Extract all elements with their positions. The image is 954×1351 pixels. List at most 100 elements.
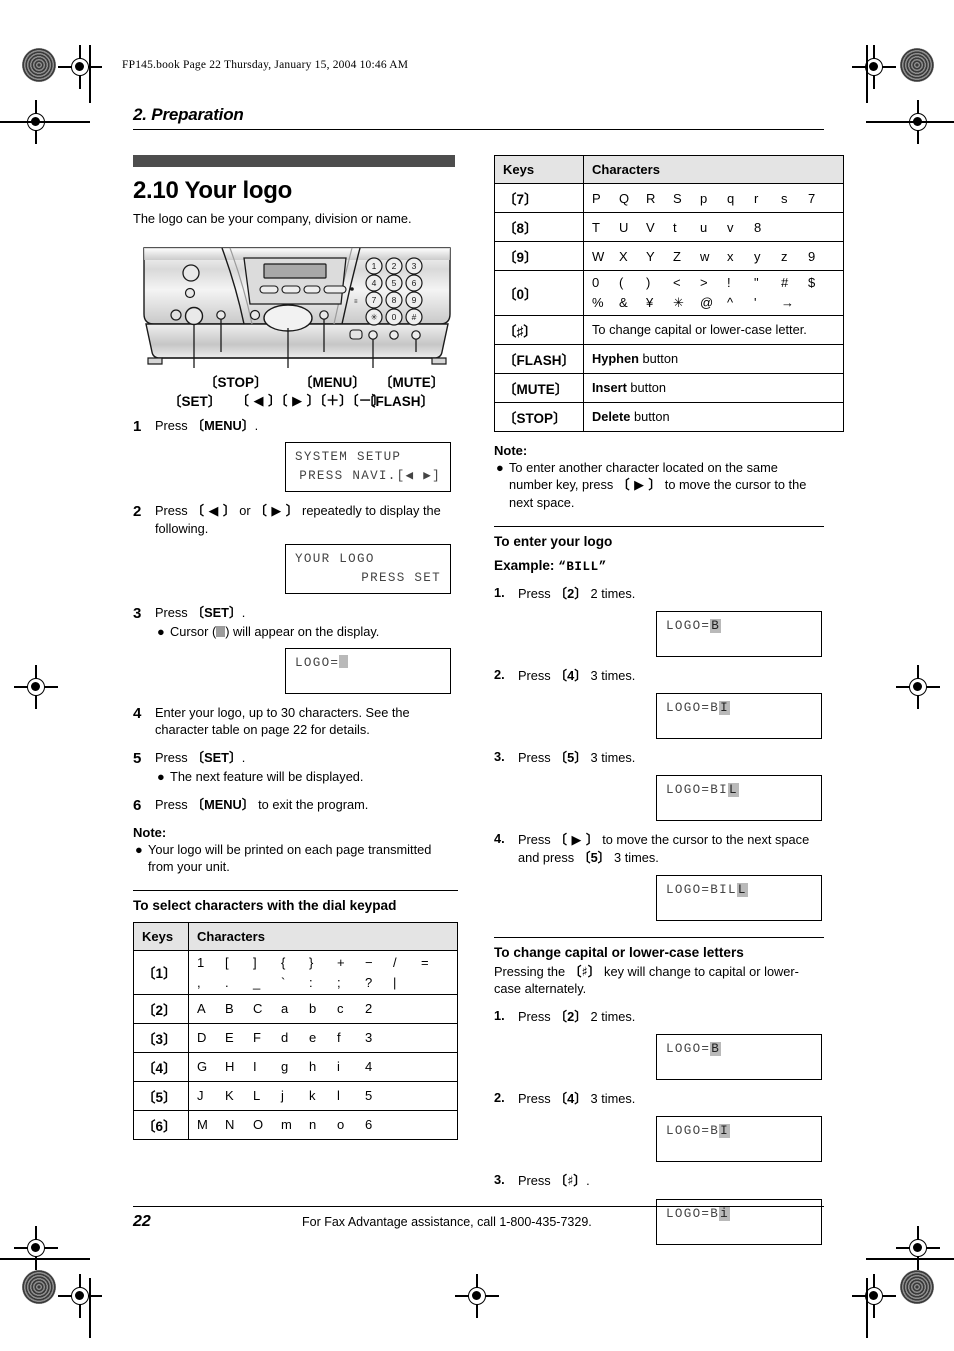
lcd-case2-text: LOGO=B	[666, 1123, 720, 1138]
change-case-step-2: 2. Press 〔4〕 3 times.	[494, 1090, 824, 1108]
e3-key: 〔5〕	[554, 750, 587, 766]
step-3-text: Press 〔SET〕.	[155, 605, 458, 622]
step-4-number: 4	[133, 705, 142, 722]
step-3-text-after: .	[241, 605, 246, 621]
svg-text:9: 9	[412, 295, 417, 305]
registration-mark-top-left	[58, 45, 102, 89]
chars-8: TUVtuv8	[583, 212, 844, 242]
table-row: 〔FLASH〕 Hyphen button	[494, 344, 844, 374]
example-value: “BILL”	[558, 559, 607, 574]
change-case-step-1-number: 1.	[494, 1007, 505, 1023]
step-3-bullet: ● Cursor () will appear on the display.	[155, 624, 458, 641]
step-5-text-before: Press	[155, 749, 192, 765]
lcd-enter2-cursor: I	[719, 701, 731, 716]
label-set: 〔SET〕	[168, 393, 222, 409]
step-1-text: Press 〔MENU〕.	[155, 418, 458, 435]
step-2-key-left: 〔 ◀ 〕	[191, 503, 236, 519]
step-3-bullet-after: ) will appear on the display.	[225, 624, 380, 640]
enter-logo-step-1: 1. Press 〔2〕 2 times.	[494, 585, 824, 603]
note-left-bullet: ● Your logo will be printed on each page…	[133, 842, 458, 876]
step-3-body: Press 〔SET〕. ● Cursor () will appear on …	[155, 605, 458, 641]
change-case-intro: Pressing the 〔♯〕 key will change to capi…	[494, 964, 824, 998]
cc-intro-before: Pressing the	[494, 963, 569, 979]
halftone-dot-bottom-right	[900, 1270, 934, 1304]
chapter-rule	[133, 129, 824, 130]
enter-logo-step-4-number: 4.	[494, 830, 505, 846]
registration-mark-mid-left	[14, 665, 58, 709]
c3-after: .	[586, 1172, 590, 1188]
lcd-enter3-line: LOGO=BIL	[666, 781, 812, 800]
key-0: 〔0〕	[494, 270, 584, 316]
trim-line-right-vertical	[866, 45, 868, 103]
step-2-text-mid: or	[235, 502, 255, 518]
lcd-enter3-text: LOGO=BI	[666, 782, 729, 797]
lcd-enter4-text: LOGO=BIL	[666, 882, 737, 897]
lcd-display-enter2: LOGO=BI	[656, 693, 822, 740]
table-row: 〔4〕 GHIghi4	[133, 1051, 458, 1082]
svg-text:8: 8	[392, 295, 397, 305]
lcd-step1-line1: SYSTEM SETUP	[295, 449, 402, 464]
lcd-display-step2: YOUR LOGO PRESS SET	[285, 544, 451, 595]
table-header-row: Keys Characters	[494, 155, 844, 184]
desc-flash-bold: Hyphen	[592, 350, 639, 366]
key-2: 〔2〕	[133, 993, 189, 1024]
table-row: 〔2〕 ABCabc2	[133, 993, 458, 1024]
fax-machine-illustration: 123 456 789 ✳ 0 # ≡ 〔STOP〕 〔MENU〕 〔MUTE〕…	[136, 240, 458, 409]
step-1-text-before: Press	[155, 417, 192, 433]
e3-before: Press	[518, 750, 555, 766]
step-1-number: 1	[133, 417, 142, 435]
table-row: 〔♯〕 To change capital or lower-case lett…	[494, 315, 844, 345]
chars-4-line: GHIghi4	[197, 1059, 373, 1075]
key-5: 〔5〕	[133, 1080, 189, 1111]
chars-0-line2: % & ¥ ✳ @ ^ ' →	[592, 295, 794, 310]
chars-9-line: WXYZwxyz9	[592, 248, 816, 264]
chars-5: JKLjkl5	[188, 1080, 458, 1111]
keypad-table-left-heading: To select characters with the dial keypa…	[133, 897, 397, 913]
c2-key: 〔4〕	[554, 1090, 587, 1106]
e4-key2: 〔5〕	[577, 849, 611, 865]
key-8: 〔8〕	[494, 212, 584, 242]
table-row: 〔3〕 DEFdef3	[133, 1022, 458, 1053]
character-table-right: Keys Characters 〔7〕 PQRSpqrs7 〔8〕 TUVtuv…	[494, 155, 844, 432]
step-5-body: Press 〔SET〕. ● The next feature will be …	[155, 750, 458, 786]
change-case-step-1: 1. Press 〔2〕 2 times.	[494, 1007, 824, 1026]
lcd-enter1-cursor: B	[710, 619, 722, 634]
lcd-display-step3: LOGO=	[285, 648, 451, 694]
lcd-case1-text: LOGO=	[666, 1041, 711, 1056]
enter-logo-step-3-number: 3.	[494, 749, 505, 765]
lcd-step1-line2: PRESS NAVI.[◀ ▶]	[299, 468, 441, 483]
table-row: 〔7〕 PQRSpqrs7	[494, 183, 844, 213]
e4-before: Press	[518, 831, 555, 847]
header-characters: Characters	[188, 921, 458, 951]
note-right-bullet-text: To enter another character located on th…	[509, 460, 824, 512]
lcd-step3-line1: LOGO=	[295, 654, 441, 673]
key-hash: 〔♯〕	[494, 315, 584, 345]
chars-8-line: TUVtuv8	[592, 219, 762, 235]
c2-before: Press	[518, 1090, 555, 1106]
registration-mark-mid-right	[896, 665, 940, 709]
note-left-heading: Note:	[133, 824, 167, 840]
label-flash: 〔FLASH〕	[362, 393, 434, 409]
table-row: 〔5〕 JKLjkl5	[133, 1080, 458, 1111]
step-2-text-before: Press	[155, 502, 192, 518]
page-number: 22	[133, 1213, 151, 1230]
e3-after: 3 times.	[587, 750, 636, 766]
step-4-text: Enter your logo, up to 30 characters. Se…	[155, 705, 410, 737]
lcd-case3-cursor: i	[719, 1206, 731, 1221]
table-row: 〔6〕 MNOmno6	[133, 1109, 458, 1140]
chars-1-line1: 1[]{} + − / =	[197, 954, 429, 970]
chars-1: 1[]{} + − / = ,. _ `:;? |	[188, 949, 458, 995]
registration-mark-bottom-left	[58, 1274, 102, 1318]
change-case-step-2-text: Press 〔4〕 3 times.	[518, 1091, 824, 1108]
e4-after2: 3 times.	[610, 849, 659, 865]
document-page: FP145.book Page 22 Thursday, January 15,…	[0, 0, 954, 1351]
character-table-left: Keys Characters 〔1〕 1[]{} + − / = ,. _ `:;? | 〔…	[133, 921, 458, 1140]
step-4: 4 Enter your logo, up to 30 characters. …	[133, 705, 458, 739]
lcd-enter3-cursor: L	[728, 782, 739, 797]
trim-line-right-horizontal	[866, 121, 954, 123]
bullet-dot-icon: ●	[135, 841, 143, 857]
chars-7: PQRSpqrs7	[583, 183, 844, 213]
lcd-enter4-cursor: L	[736, 882, 748, 897]
enter-logo-step-1-text: Press 〔2〕 2 times.	[518, 586, 824, 603]
table-row: 〔MUTE〕 Insert button	[494, 373, 844, 403]
